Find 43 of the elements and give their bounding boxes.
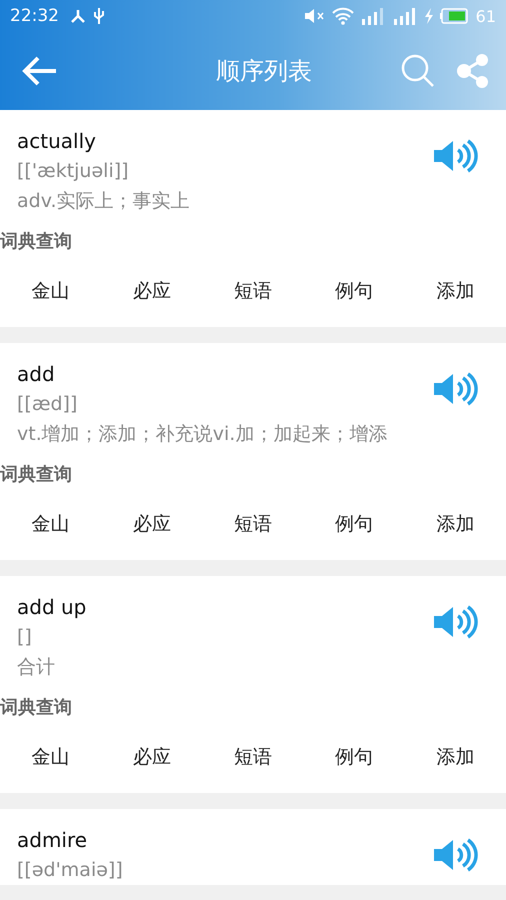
status-time: 22:32 xyxy=(10,6,59,26)
dictionary-action-button[interactable]: 添加 xyxy=(404,264,506,318)
dictionary-action-button[interactable]: 金山 xyxy=(0,497,102,551)
dictionary-action-button[interactable]: 例句 xyxy=(304,497,405,551)
word-text: add up xyxy=(17,594,86,621)
meaning-text: vt.增加；添加；补充说vi.加；加起来；增添 xyxy=(17,422,388,447)
dictionary-action-button[interactable]: 短语 xyxy=(202,264,304,318)
meaning-text: 合计 xyxy=(17,655,56,680)
dictionary-action-button[interactable]: 短语 xyxy=(202,730,304,784)
meaning-text: adv.实际上；事实上 xyxy=(17,189,190,214)
wifi-icon xyxy=(332,7,354,25)
mute-icon xyxy=(304,8,326,24)
dictionary-action-button[interactable]: 添加 xyxy=(404,497,506,551)
page-title: 顺序列表 xyxy=(215,56,313,87)
search-icon[interactable] xyxy=(400,53,436,89)
section-label: 词典查询 xyxy=(0,463,73,487)
battery-icon xyxy=(440,8,470,24)
dictionary-action-button[interactable]: 必应 xyxy=(101,264,202,318)
dictionary-action-button[interactable]: 必应 xyxy=(101,497,202,551)
usb-icon xyxy=(93,7,105,25)
phonetic-text: [['æktjuəli]] xyxy=(17,159,130,184)
word-text: add xyxy=(17,361,56,388)
word-text: admire xyxy=(17,827,88,854)
phonetic-text: [] xyxy=(17,625,33,650)
battery-level: 61 xyxy=(476,6,496,26)
dictionary-action-button[interactable]: 短语 xyxy=(202,497,304,551)
phonetic-text: [[æd]] xyxy=(17,392,78,417)
section-label: 词典查询 xyxy=(0,696,73,720)
signal-icon xyxy=(360,7,386,25)
dictionary-action-button[interactable]: 添加 xyxy=(404,730,506,784)
phonetic-text: [[əd'maiə]] xyxy=(17,858,123,883)
dictionary-action-button[interactable]: 金山 xyxy=(0,730,102,784)
charging-icon xyxy=(424,8,434,24)
signal-icon xyxy=(392,7,418,25)
word-text: actually xyxy=(17,128,97,155)
back-arrow-icon[interactable] xyxy=(22,56,58,86)
share-icon[interactable] xyxy=(456,54,490,88)
dictionary-action-button[interactable]: 金山 xyxy=(0,264,102,318)
network-icon xyxy=(69,8,87,24)
section-label: 词典查询 xyxy=(0,230,73,254)
dictionary-action-button[interactable]: 例句 xyxy=(304,730,405,784)
dictionary-action-button[interactable]: 必应 xyxy=(101,730,202,784)
dictionary-action-button[interactable]: 例句 xyxy=(304,264,405,318)
